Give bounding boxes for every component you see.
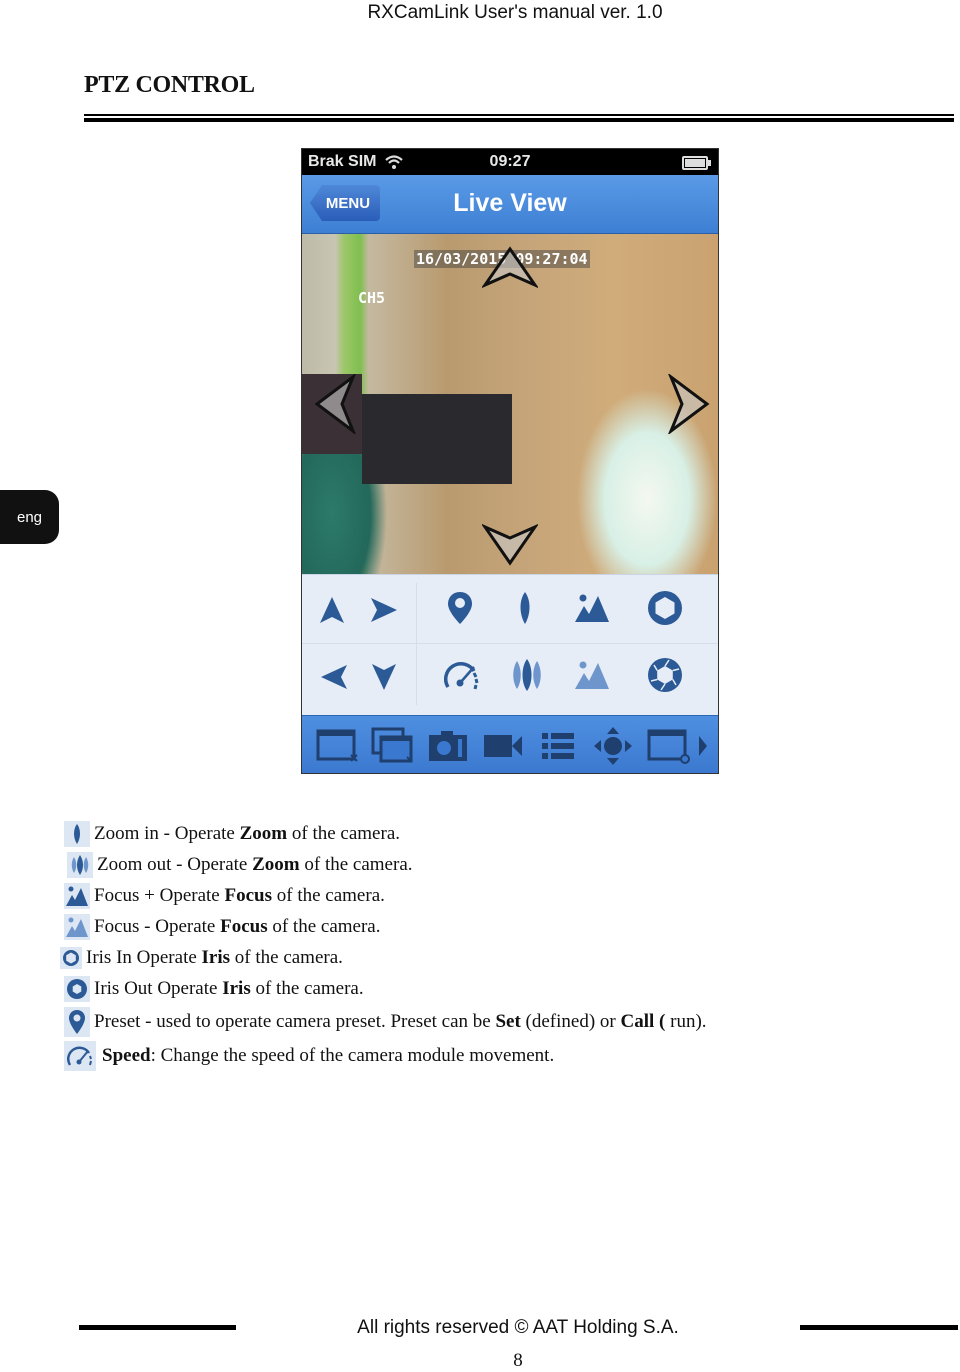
window-playback-icon: [647, 729, 690, 764]
close-all-windows-button[interactable]: [365, 723, 420, 769]
ptz-control-panel: [302, 574, 718, 715]
carrier-label: Brak SIM: [308, 153, 377, 170]
iris-in-icon: [648, 591, 682, 625]
focus-plus-icon: [64, 882, 90, 909]
speed-button[interactable]: [442, 655, 482, 695]
focus-minus-icon: [64, 913, 90, 940]
map-pin-icon: [64, 1006, 90, 1037]
title-rule-thin: [84, 114, 954, 116]
preset-button[interactable]: [440, 588, 480, 628]
iris-in-button[interactable]: [645, 588, 685, 628]
language-tab: eng: [0, 490, 59, 544]
legend-item: Focus + Operate Focus of the camera.: [64, 880, 385, 911]
legend-item: Iris Out Operate Iris of the camera.: [64, 973, 364, 1004]
arrow-up-icon: [320, 597, 344, 623]
nav-bar: MENU Live View: [302, 175, 718, 234]
iris-out-icon: [64, 975, 90, 1002]
map-pin-icon: [448, 592, 472, 624]
focus-minus-button[interactable]: [572, 655, 612, 695]
legend-item: Zoom in - Operate Zoom of the camera.: [64, 818, 400, 849]
legend-text: Zoom in - Operate Zoom of the camera.: [94, 823, 401, 844]
zoom-out-icon: [67, 851, 93, 878]
overlay-arrow-right-icon[interactable]: [668, 374, 710, 434]
more-button[interactable]: [696, 723, 710, 769]
focus-minus-icon: [575, 661, 609, 689]
wifi-icon: [385, 155, 404, 169]
camera-snapshot-icon: [428, 731, 467, 761]
zoom-in-icon: [64, 820, 90, 847]
snapshot-button[interactable]: [420, 723, 475, 769]
tilt-down-button[interactable]: [364, 657, 404, 697]
ptz-divider-horizontal: [302, 643, 718, 644]
legend-item: Zoom out - Operate Zoom of the camera.: [67, 849, 413, 880]
close-window-icon: [316, 729, 358, 762]
iris-out-icon: [648, 658, 682, 692]
video-record-icon: [484, 735, 523, 757]
legend-text: Iris In Operate Iris of the camera.: [86, 947, 343, 968]
status-bar: Brak SIM 09:27: [302, 149, 718, 175]
overlay-arrow-left-icon[interactable]: [314, 374, 356, 434]
legend-text: Iris Out Operate Iris of the camera.: [94, 978, 364, 999]
iris-out-button[interactable]: [645, 655, 685, 695]
list-icon: [542, 733, 575, 759]
video-channel: CH5: [358, 289, 386, 307]
title-rule-thick: [84, 118, 954, 122]
footer-copyright: All rights reserved © AAT Holding S.A.: [357, 1317, 679, 1338]
playback-window-button[interactable]: [641, 723, 696, 769]
legend-item: Preset - used to operate camera preset. …: [64, 1006, 707, 1037]
live-video-feed[interactable]: 16/03/2015 09:27:04 CH5: [302, 234, 718, 574]
legend-text: Zoom out - Operate Zoom of the camera.: [97, 854, 413, 875]
pan-left-button[interactable]: [314, 657, 354, 697]
zoom-in-button[interactable]: [505, 588, 545, 628]
more-arrow-icon: [699, 736, 708, 756]
ptz-joystick-icon: [594, 727, 633, 765]
carrier: Brak SIM: [308, 153, 404, 171]
legend-text: Preset - used to operate camera preset. …: [94, 1011, 707, 1032]
legend-text: Focus + Operate Focus of the camera.: [94, 885, 385, 906]
bottom-toolbar: [302, 715, 718, 773]
zoom-out-icon: [513, 659, 541, 691]
iris-in-icon: [60, 946, 82, 969]
video-scene-desk: [362, 394, 512, 484]
battery-icon: [682, 156, 711, 170]
close-window-button[interactable]: [310, 723, 365, 769]
arrow-down-icon: [372, 664, 396, 690]
tilt-up-button[interactable]: [312, 590, 352, 630]
zoom-out-button[interactable]: [507, 655, 547, 695]
arrow-left-icon: [321, 665, 347, 689]
ptz-joystick-button[interactable]: [586, 723, 641, 769]
ptz-divider-vertical: [416, 583, 417, 705]
status-time: 09:27: [489, 153, 531, 170]
zoom-in-icon: [520, 592, 530, 624]
list-button[interactable]: [531, 723, 586, 769]
overlay-arrow-down-icon[interactable]: [482, 524, 538, 566]
legend-text: Speed: Change the speed of the camera mo…: [102, 1045, 555, 1066]
arrow-right-icon: [371, 598, 397, 622]
pan-right-button[interactable]: [364, 590, 404, 630]
document-header: RXCamLink User's manual ver. 1.0: [367, 2, 663, 23]
section-title: PTZ CONTROL: [84, 72, 255, 98]
focus-plus-button[interactable]: [572, 588, 612, 628]
legend-item: Focus - Operate Focus of the camera.: [64, 911, 381, 942]
speedometer-icon: [64, 1040, 96, 1071]
overlay-arrow-up-icon[interactable]: [482, 246, 538, 288]
speedometer-icon: [444, 661, 479, 690]
phone-screenshot: Brak SIM 09:27 MENU Live View 16/03/2015…: [301, 148, 719, 774]
focus-plus-icon: [575, 594, 609, 622]
nav-title: Live View: [453, 189, 567, 217]
legend-item: Iris In Operate Iris of the camera.: [60, 942, 343, 973]
legend-item: Speed: Change the speed of the camera mo…: [64, 1040, 554, 1071]
close-all-windows-icon: [371, 727, 413, 763]
page-number: 8: [513, 1350, 523, 1371]
record-button[interactable]: [476, 723, 531, 769]
legend-text: Focus - Operate Focus of the camera.: [94, 916, 381, 937]
